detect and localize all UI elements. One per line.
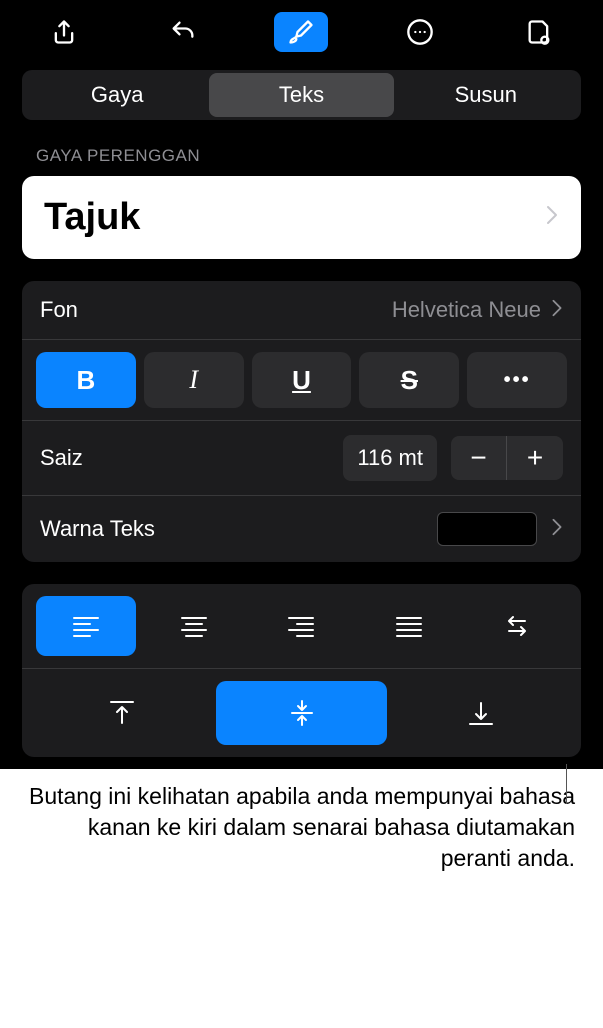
bold-button[interactable]: B (36, 352, 136, 408)
size-label: Saiz (40, 445, 329, 471)
align-left-button[interactable] (36, 596, 136, 656)
italic-button[interactable]: I (144, 352, 244, 408)
vertical-align-row (22, 669, 581, 757)
size-value[interactable]: 116 mt (343, 435, 437, 481)
share-button[interactable] (37, 12, 91, 52)
font-value: Helvetica Neue (392, 297, 541, 323)
more-format-button[interactable]: ••• (467, 352, 567, 408)
chevron-right-icon (545, 205, 559, 230)
size-stepper: − + (451, 436, 563, 480)
strikethrough-button[interactable]: S (359, 352, 459, 408)
underline-button[interactable]: U (252, 352, 352, 408)
horizontal-align-row (22, 584, 581, 669)
more-button[interactable] (393, 12, 447, 52)
font-row[interactable]: Fon Helvetica Neue (22, 281, 581, 340)
align-right-button[interactable] (252, 596, 352, 656)
font-card: Fon Helvetica Neue B I U S ••• Saiz 116 … (22, 281, 581, 562)
document-view-button[interactable] (512, 12, 566, 52)
section-label-paragraph-style: GAYA PERENGGAN (22, 146, 581, 166)
text-color-label: Warna Teks (40, 516, 423, 542)
paragraph-style-name: Tajuk (44, 196, 140, 239)
tab-teks[interactable]: Teks (209, 73, 393, 117)
align-top-button[interactable] (36, 681, 208, 745)
align-justify-button[interactable] (359, 596, 459, 656)
chevron-right-icon (551, 297, 563, 323)
paragraph-style-selector[interactable]: Tajuk (22, 176, 581, 259)
tab-susun[interactable]: Susun (394, 73, 578, 117)
inspector-tabs: Gaya Teks Susun (22, 70, 581, 120)
size-increase-button[interactable]: + (507, 436, 563, 480)
chevron-right-icon (551, 518, 563, 541)
callout-caption: Butang ini kelihatan apabila anda mempun… (0, 769, 603, 904)
format-brush-button[interactable] (274, 12, 328, 52)
align-center-button[interactable] (144, 596, 244, 656)
top-toolbar (0, 0, 603, 70)
undo-button[interactable] (156, 12, 210, 52)
text-direction-button[interactable] (467, 596, 567, 656)
text-format-row: B I U S ••• (22, 340, 581, 421)
size-row: Saiz 116 mt − + (22, 421, 581, 496)
text-color-row[interactable]: Warna Teks (22, 496, 581, 562)
size-decrease-button[interactable]: − (451, 436, 507, 480)
alignment-card (22, 584, 581, 757)
tab-gaya[interactable]: Gaya (25, 73, 209, 117)
text-color-swatch[interactable] (437, 512, 537, 546)
align-middle-button[interactable] (216, 681, 388, 745)
font-label: Fon (40, 297, 78, 323)
align-bottom-button[interactable] (395, 681, 567, 745)
